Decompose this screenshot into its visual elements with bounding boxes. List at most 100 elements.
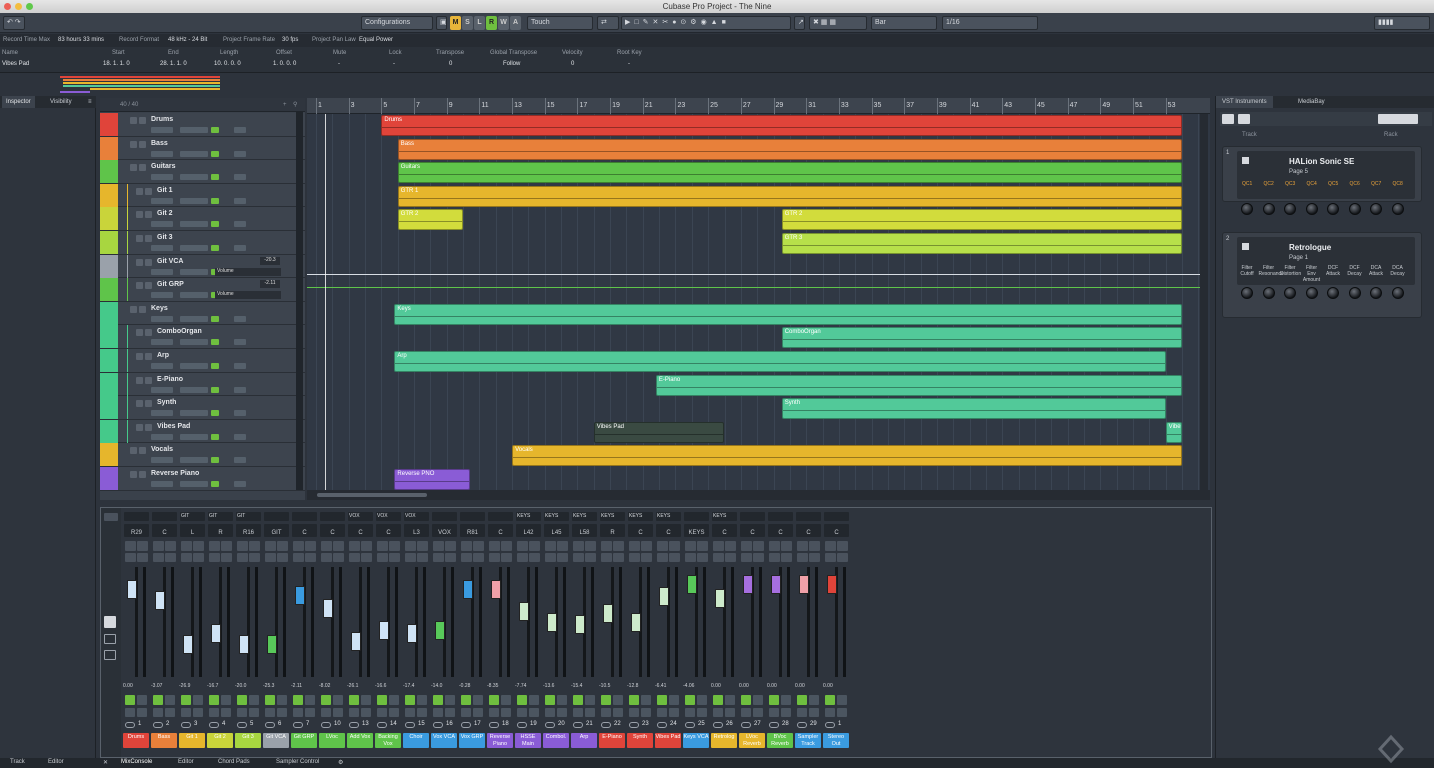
channel-write-button[interactable] bbox=[137, 695, 147, 705]
automation-toggle-button[interactable]: A bbox=[510, 16, 521, 30]
channel-edit-button[interactable] bbox=[781, 553, 792, 562]
channel-name[interactable]: Sampler Track bbox=[795, 733, 821, 748]
track-solo-button[interactable] bbox=[139, 164, 146, 172]
track-row[interactable]: ComboOrgan bbox=[100, 325, 305, 349]
channel-fader-track[interactable] bbox=[219, 567, 222, 677]
channel-record-button[interactable] bbox=[809, 708, 819, 717]
channel-header[interactable] bbox=[152, 512, 177, 521]
solo-toggle-button[interactable]: S bbox=[462, 16, 473, 30]
channel-solo-button[interactable] bbox=[557, 541, 568, 551]
minimize-window-button[interactable] bbox=[15, 3, 22, 10]
track-record-button[interactable] bbox=[151, 245, 173, 251]
channel-record-button[interactable] bbox=[753, 708, 763, 717]
channel-listen-button[interactable] bbox=[293, 553, 304, 562]
channel-pan[interactable]: C bbox=[712, 524, 737, 537]
event-part[interactable]: Guitars bbox=[397, 162, 1182, 184]
channel-record-button[interactable] bbox=[417, 708, 427, 717]
quick-control-knob[interactable] bbox=[1305, 203, 1318, 215]
channel-listen-button[interactable] bbox=[237, 553, 248, 562]
track-monitor-button[interactable] bbox=[180, 457, 208, 464]
event-part[interactable]: Drums bbox=[381, 115, 1183, 136]
track-name[interactable]: Git 2 bbox=[157, 210, 173, 217]
track-color-strip[interactable] bbox=[100, 396, 118, 420]
track-name[interactable]: Git GRP bbox=[157, 281, 184, 288]
channel-header[interactable] bbox=[488, 512, 513, 521]
track-read-button[interactable] bbox=[211, 127, 219, 133]
channel-solo-button[interactable] bbox=[697, 541, 708, 551]
channel-pan[interactable]: C bbox=[376, 524, 401, 537]
channel-listen-button[interactable] bbox=[377, 553, 388, 562]
track-solo-button[interactable] bbox=[139, 471, 146, 478]
channel-monitor-button[interactable] bbox=[685, 708, 695, 717]
channel-solo-button[interactable] bbox=[669, 541, 680, 551]
channel-pan[interactable]: L42 bbox=[516, 524, 541, 537]
channel-fader-handle[interactable] bbox=[771, 574, 781, 594]
track-mute-button[interactable] bbox=[136, 258, 143, 266]
channel-solo-button[interactable] bbox=[221, 541, 232, 551]
channel-listen-button[interactable] bbox=[685, 553, 696, 562]
channel-write-button[interactable] bbox=[473, 695, 483, 705]
channel-record-button[interactable] bbox=[389, 708, 399, 717]
tab-inspector[interactable]: Inspector bbox=[2, 96, 35, 108]
tab-mixconsole[interactable]: MixConsole bbox=[121, 759, 152, 765]
channel-monitor-button[interactable] bbox=[629, 708, 639, 717]
channel-read-button[interactable] bbox=[321, 695, 331, 705]
channel-solo-button[interactable] bbox=[613, 541, 624, 551]
channel-fader-track[interactable] bbox=[331, 567, 334, 677]
channel-read-button[interactable] bbox=[237, 695, 247, 705]
channel-pan[interactable]: C bbox=[824, 524, 849, 537]
channel-record-button[interactable] bbox=[697, 708, 707, 717]
track-lanes-button[interactable] bbox=[234, 197, 246, 204]
channel-edit-button[interactable] bbox=[249, 553, 260, 562]
channel-solo-button[interactable] bbox=[333, 541, 344, 551]
track-solo-button[interactable] bbox=[145, 376, 152, 384]
channel-listen-button[interactable] bbox=[741, 553, 752, 562]
event-part[interactable]: GTR 1 bbox=[397, 185, 1182, 207]
channel-fader-handle[interactable] bbox=[211, 624, 221, 643]
track-mute-button[interactable] bbox=[136, 282, 143, 290]
channel-volume-value[interactable]: -15.4 bbox=[571, 683, 598, 689]
channel-write-button[interactable] bbox=[165, 695, 175, 705]
quick-control-knob[interactable] bbox=[1370, 203, 1382, 215]
track-list-scrollbar[interactable] bbox=[296, 112, 303, 490]
channel-fader-track[interactable] bbox=[723, 567, 726, 677]
horizontal-scrollbar[interactable] bbox=[307, 490, 1210, 500]
channel-mute-button[interactable] bbox=[769, 541, 780, 551]
channel-record-button[interactable] bbox=[529, 708, 539, 717]
track-record-button[interactable] bbox=[151, 315, 173, 322]
track-monitor-button[interactable] bbox=[180, 292, 208, 299]
track-read-button[interactable] bbox=[211, 481, 219, 487]
track-name[interactable]: Bass bbox=[151, 140, 168, 147]
quick-control-knob[interactable] bbox=[1348, 203, 1361, 215]
channel-solo-button[interactable] bbox=[417, 541, 428, 551]
project-cursor[interactable] bbox=[325, 114, 326, 500]
channel-mute-button[interactable] bbox=[377, 541, 388, 551]
channel-name[interactable]: Vibes Pad bbox=[655, 733, 681, 748]
configurations-dropdown[interactable]: Configurations bbox=[361, 16, 433, 30]
quick-control-knob[interactable] bbox=[1241, 203, 1253, 215]
channel-link-icon[interactable] bbox=[601, 722, 611, 728]
channel-mute-button[interactable] bbox=[461, 541, 472, 551]
channel-name[interactable]: Git VCA bbox=[263, 733, 289, 748]
track-solo-button[interactable] bbox=[145, 235, 152, 242]
channel-header[interactable] bbox=[264, 512, 289, 521]
track-monitor-button[interactable] bbox=[180, 268, 208, 275]
channel-pan[interactable]: C bbox=[656, 524, 681, 537]
channel-write-button[interactable] bbox=[277, 695, 287, 705]
channel-mute-button[interactable] bbox=[573, 541, 584, 551]
channel-fader-handle[interactable] bbox=[827, 574, 837, 594]
track-row[interactable]: Keys bbox=[100, 301, 305, 326]
mixer-meter-icon[interactable] bbox=[104, 650, 116, 660]
channel-listen-button[interactable] bbox=[433, 553, 444, 562]
track-name[interactable]: Vibes Pad bbox=[157, 423, 190, 430]
track-mute-button[interactable] bbox=[130, 140, 137, 148]
track-automation-value[interactable]: -2.11 bbox=[260, 280, 280, 289]
track-lanes-button[interactable] bbox=[234, 386, 246, 393]
snap-type-group[interactable]: ✖ ▦ ▦ bbox=[809, 16, 867, 30]
channel-record-button[interactable] bbox=[725, 708, 735, 717]
gear-icon[interactable]: ⚙ bbox=[338, 759, 343, 766]
track-solo-button[interactable] bbox=[145, 400, 152, 408]
channel-header[interactable]: VOX bbox=[376, 512, 401, 521]
channel-record-button[interactable] bbox=[193, 708, 203, 717]
channel-fader-handle[interactable] bbox=[407, 624, 417, 643]
